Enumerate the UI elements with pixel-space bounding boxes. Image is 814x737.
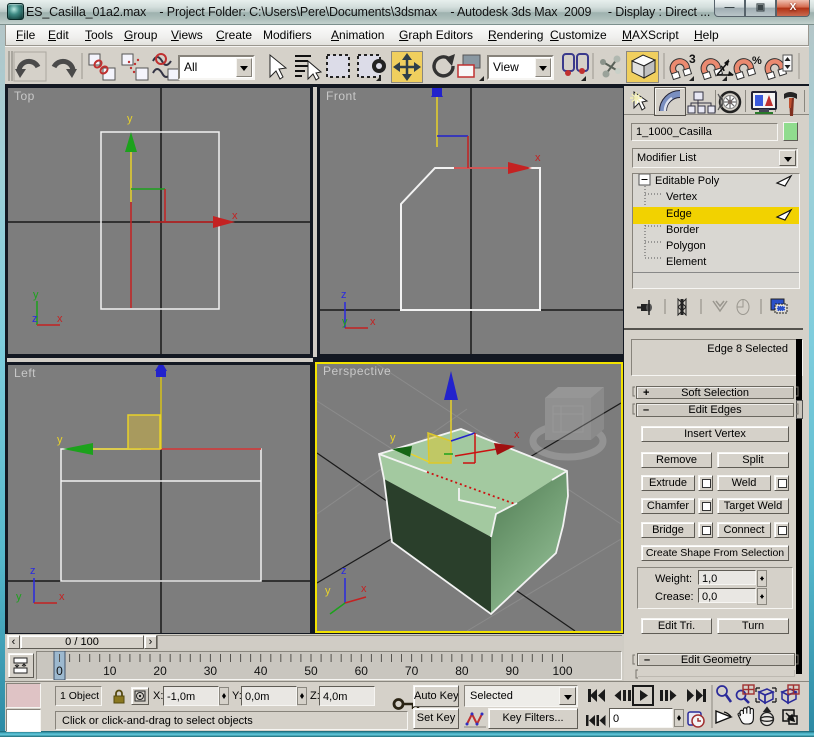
- svg-text:x: x: [361, 583, 367, 595]
- svg-text:y: y: [16, 591, 22, 603]
- svg-text:%: %: [752, 55, 762, 67]
- svg-text:z: z: [341, 289, 347, 301]
- svg-text:y: y: [127, 113, 133, 125]
- svg-text:y: y: [57, 434, 63, 446]
- svg-text:x: x: [370, 316, 376, 328]
- svg-text:z: z: [30, 565, 36, 577]
- svg-text:3: 3: [689, 52, 696, 66]
- svg-text:0: 0: [56, 664, 63, 678]
- svg-text:x: x: [535, 152, 541, 164]
- svg-text:70: 70: [405, 664, 419, 678]
- svg-text:y: y: [342, 316, 348, 328]
- svg-text:y: y: [390, 432, 396, 444]
- svg-text:60: 60: [355, 664, 369, 678]
- svg-text:x: x: [514, 429, 520, 441]
- svg-text:x: x: [57, 313, 63, 325]
- svg-text:x: x: [232, 210, 238, 222]
- svg-text:30: 30: [204, 664, 218, 678]
- svg-text:10: 10: [103, 664, 117, 678]
- svg-text:z: z: [32, 313, 38, 325]
- svg-text:x: x: [59, 591, 65, 603]
- svg-text:y: y: [325, 585, 331, 597]
- svg-text:z: z: [341, 565, 347, 577]
- svg-text:50: 50: [304, 664, 318, 678]
- svg-text:40: 40: [254, 664, 268, 678]
- svg-text:90: 90: [506, 664, 520, 678]
- svg-text:y: y: [33, 289, 39, 301]
- svg-text:20: 20: [153, 664, 167, 678]
- svg-text:100: 100: [552, 664, 572, 678]
- svg-text:80: 80: [455, 664, 469, 678]
